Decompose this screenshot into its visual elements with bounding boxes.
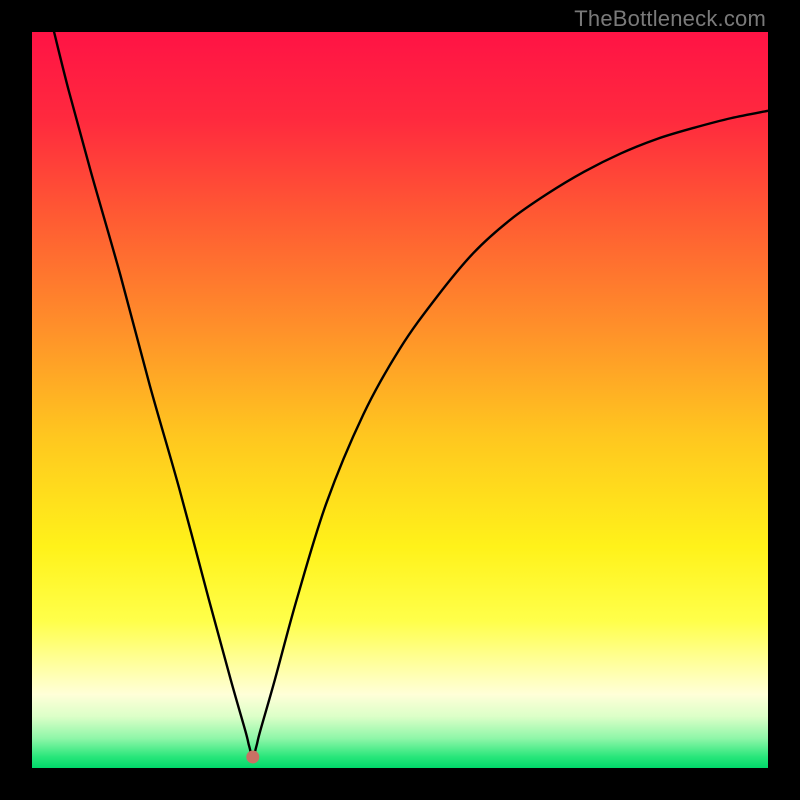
minimum-marker [246, 750, 259, 763]
chart-frame [32, 32, 768, 768]
chart-svg [32, 32, 768, 768]
chart-background [32, 32, 768, 768]
watermark-text: TheBottleneck.com [574, 6, 766, 32]
